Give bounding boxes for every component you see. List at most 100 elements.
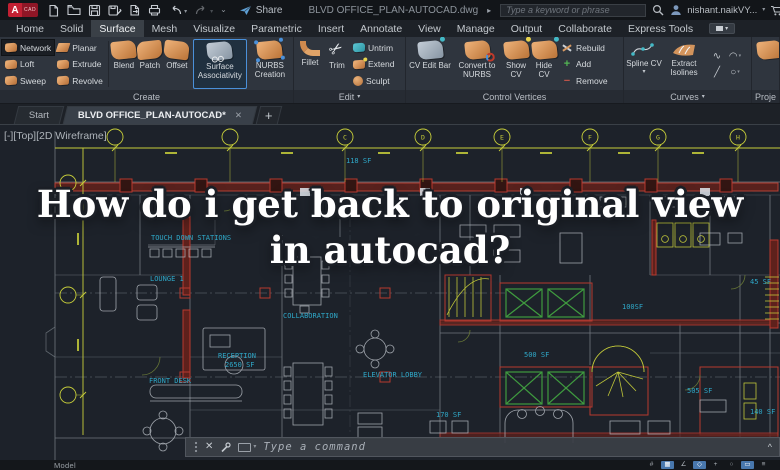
osnap-toggle-icon[interactable]: ◇ bbox=[693, 461, 706, 469]
btn-label: Sculpt bbox=[366, 75, 390, 86]
spline-cv-button[interactable]: Spline CV ▾ bbox=[626, 38, 662, 90]
offset-button[interactable]: Offset bbox=[163, 38, 191, 90]
command-close-icon[interactable]: ✕ bbox=[205, 442, 213, 452]
remove-cv-button[interactable]: − Remove bbox=[558, 73, 611, 88]
fillet-button[interactable]: Fillet bbox=[296, 38, 324, 90]
cart-icon[interactable] bbox=[770, 5, 780, 16]
search-input[interactable] bbox=[500, 3, 647, 17]
cv-edit-bar-button[interactable]: CV Edit Bar bbox=[408, 37, 452, 90]
blend-button[interactable]: Blend bbox=[110, 38, 138, 90]
ribbon-display-toggle[interactable]: ▾ bbox=[709, 23, 736, 34]
sweep-button[interactable]: Sweep bbox=[2, 73, 54, 88]
customization-icon[interactable]: ≡ bbox=[757, 461, 770, 469]
user-icon[interactable] bbox=[670, 4, 682, 16]
workspace-toggle-icon[interactable]: ▭ bbox=[741, 461, 754, 469]
loft-button[interactable]: Loft bbox=[2, 57, 54, 72]
untrim-icon bbox=[352, 42, 366, 53]
rebuild-button[interactable]: Rebuild bbox=[558, 40, 611, 55]
curve-blend-icon[interactable]: ◠ ▾ bbox=[726, 48, 744, 64]
room-label: 505 SF bbox=[687, 387, 712, 395]
tab-visualize[interactable]: Visualize bbox=[185, 20, 243, 37]
save-icon[interactable] bbox=[88, 4, 101, 17]
floorplan-drawing[interactable]: C D E F G H 118 SF TOUCH DOWN STATIONS L… bbox=[0, 125, 780, 460]
save-as-icon[interactable] bbox=[108, 4, 122, 17]
ortho-toggle-icon[interactable]: ∠ bbox=[677, 461, 690, 469]
tab-parametric[interactable]: Parametric bbox=[243, 20, 310, 37]
tab-view[interactable]: View bbox=[410, 20, 449, 37]
annotation-toggle-icon[interactable]: ○ bbox=[725, 461, 738, 469]
username[interactable]: nishant.naikVY... bbox=[687, 5, 757, 16]
grid-toggle-icon[interactable]: ▦ bbox=[661, 461, 674, 469]
hide-cv-button[interactable]: Hide CV bbox=[530, 37, 559, 90]
ribbon-panel-curves: Spline CV ▾ Extract Isolines ∿ ◠ ▾ ╱ ○ ▾ C… bbox=[624, 37, 752, 103]
new-file-icon[interactable] bbox=[47, 4, 60, 17]
panel-title-project[interactable]: Proje bbox=[752, 90, 779, 103]
command-expand-icon[interactable]: ^ bbox=[768, 442, 772, 452]
tab-annotate[interactable]: Annotate bbox=[352, 20, 410, 37]
revolve-button[interactable]: Revolve bbox=[54, 73, 106, 88]
customize-wrench-icon[interactable] bbox=[220, 441, 231, 453]
share-label: Share bbox=[255, 4, 283, 16]
btn-label: Fillet bbox=[301, 58, 319, 67]
file-tab-document[interactable]: BLVD OFFICE_PLAN-AUTOCAD* ✕ bbox=[62, 106, 258, 124]
surface-associativity-toggle[interactable]: Surface Associativity bbox=[192, 39, 247, 89]
snap-toggle-icon[interactable]: # bbox=[645, 461, 658, 469]
project-geometry-button[interactable] bbox=[754, 38, 779, 90]
tab-output[interactable]: Output bbox=[503, 20, 551, 37]
file-tab-start[interactable]: Start bbox=[13, 106, 65, 124]
panel-title-curves[interactable]: Curves ▾ bbox=[624, 90, 751, 103]
tab-manage[interactable]: Manage bbox=[449, 20, 503, 37]
new-drawing-tab-button[interactable]: + bbox=[255, 106, 283, 124]
edit-small-col: Untrim Extend Sculpt bbox=[350, 38, 397, 90]
sculpt-button[interactable]: Sculpt bbox=[350, 73, 397, 88]
share-button[interactable]: Share bbox=[239, 4, 283, 16]
tab-solid[interactable]: Solid bbox=[52, 20, 91, 37]
curve-sketch-icon[interactable]: ∿ bbox=[708, 48, 726, 64]
command-bar-grip[interactable] bbox=[193, 440, 198, 454]
line-tool-icon[interactable]: ╱ bbox=[708, 64, 726, 80]
tab-express-tools[interactable]: Express Tools bbox=[620, 20, 701, 37]
nurbs-creation-button[interactable]: NURBS Creation bbox=[249, 37, 291, 90]
polar-toggle-icon[interactable]: + bbox=[709, 461, 722, 469]
extract-isolines-button[interactable]: Extract Isolines bbox=[662, 38, 706, 90]
planar-button[interactable]: Planar bbox=[54, 40, 106, 55]
trim-button[interactable]: ✂ Trim bbox=[324, 38, 350, 90]
extend-button[interactable]: Extend bbox=[350, 56, 397, 72]
tab-home[interactable]: Home bbox=[8, 20, 52, 37]
panel-title-control-vertices[interactable]: Control Vertices bbox=[406, 90, 623, 103]
file-tab-close-icon[interactable]: ✕ bbox=[235, 110, 242, 121]
model-tab[interactable]: Model bbox=[54, 461, 76, 470]
redo-button[interactable]: ▾ bbox=[194, 5, 213, 16]
panel-title-edit[interactable]: Edit ▾ bbox=[294, 90, 405, 103]
circle-tool-icon[interactable]: ○ ▾ bbox=[726, 64, 744, 80]
tab-mesh[interactable]: Mesh bbox=[144, 20, 186, 37]
tab-insert[interactable]: Insert bbox=[310, 20, 352, 37]
print-icon[interactable] bbox=[148, 4, 161, 16]
viewport-controls[interactable]: [-][Top][2D Wireframe] bbox=[4, 130, 107, 142]
network-surface-button[interactable]: Network bbox=[0, 39, 56, 56]
autocad-logo[interactable]: A CAD bbox=[8, 3, 39, 17]
undo-button[interactable]: ▾ bbox=[168, 5, 187, 16]
extrude-button[interactable]: Extrude bbox=[54, 57, 106, 72]
untrim-button[interactable]: Untrim bbox=[350, 40, 397, 55]
patch-button[interactable]: Patch bbox=[136, 38, 164, 90]
export-icon[interactable] bbox=[129, 4, 141, 16]
add-cv-button[interactable]: + Add bbox=[558, 57, 611, 72]
qat-customize-icon[interactable]: ⌄ bbox=[220, 6, 227, 14]
search-icon[interactable] bbox=[652, 4, 664, 16]
undo-dropdown-icon[interactable]: ▾ bbox=[184, 8, 187, 16]
open-folder-icon[interactable] bbox=[67, 4, 81, 16]
model-space-canvas[interactable]: C D E F G H 118 SF TOUCH DOWN STATIONS L… bbox=[0, 125, 780, 460]
tab-surface[interactable]: Surface bbox=[91, 20, 144, 37]
tab-collaborate[interactable]: Collaborate bbox=[550, 20, 620, 37]
room-label: COLLABORATION bbox=[283, 312, 338, 320]
title-expand-icon[interactable]: ▸ bbox=[487, 6, 491, 15]
panel-title-create[interactable]: Create bbox=[0, 90, 293, 103]
recent-commands-button[interactable]: ▾ bbox=[238, 442, 256, 452]
show-cv-button[interactable]: Show CV bbox=[502, 37, 531, 90]
command-input[interactable] bbox=[263, 441, 761, 453]
grid-letter: E bbox=[500, 134, 504, 142]
user-dropdown-icon[interactable]: ▾ bbox=[762, 6, 765, 14]
redo-dropdown-icon[interactable]: ▾ bbox=[210, 8, 213, 16]
convert-to-nurbs-button[interactable]: Convert to NURBS bbox=[452, 38, 502, 90]
